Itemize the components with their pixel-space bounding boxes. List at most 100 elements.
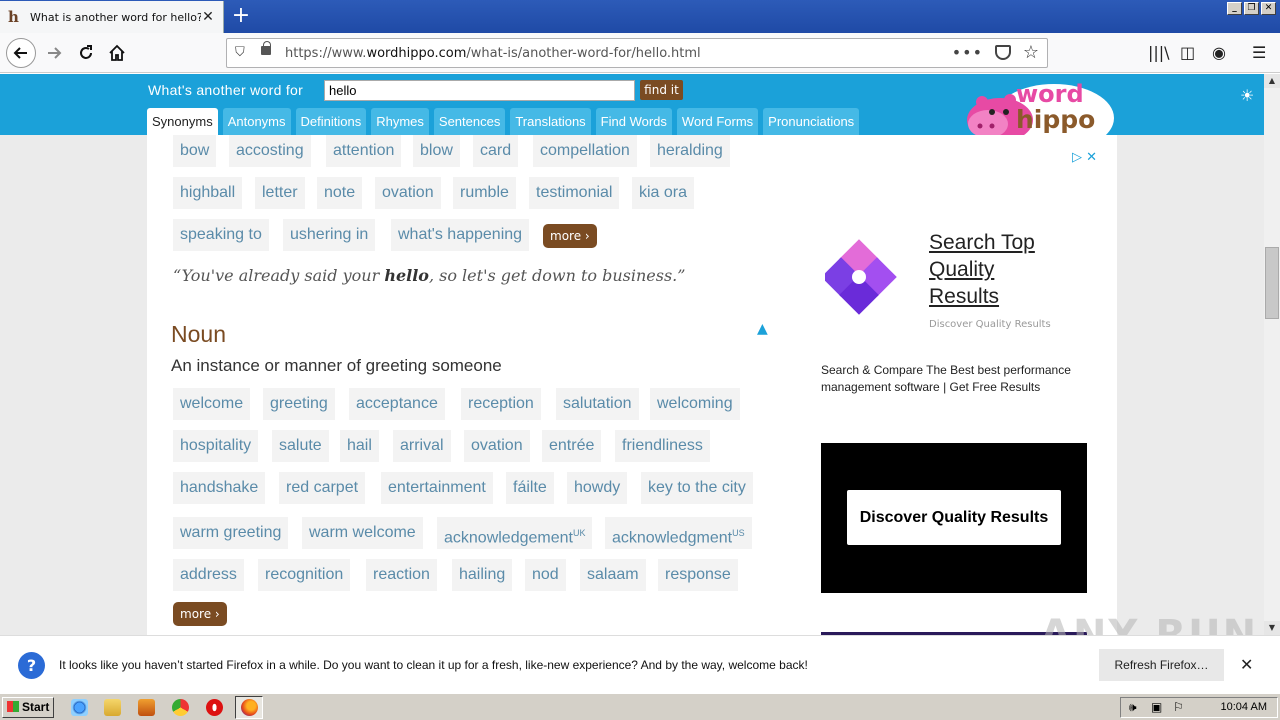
synonym-chip[interactable]: testimonial <box>529 177 620 209</box>
scroll-up-arrow-icon[interactable]: ▲ <box>1264 74 1280 88</box>
page-actions-menu-icon[interactable]: ••• <box>952 43 983 62</box>
advertisement[interactable]: Search Top Quality Results Discover Qual… <box>807 215 1097 635</box>
synonym-chip[interactable]: entrée <box>542 430 602 462</box>
action-center-flag-icon[interactable]: ⚐ <box>1173 700 1184 714</box>
synonym-chip[interactable]: response <box>658 559 738 591</box>
scrollbar-thumb[interactable] <box>1265 247 1279 319</box>
ad-close-icon[interactable]: ✕ <box>1086 150 1097 165</box>
synonym-chip[interactable]: salutation <box>556 388 639 420</box>
tracking-protection-shield-icon[interactable]: ⛉ <box>235 45 245 60</box>
theme-toggle-sun-icon[interactable]: ☀ <box>1240 86 1254 105</box>
synonym-chip[interactable]: salaam <box>580 559 646 591</box>
synonym-chip[interactable]: arrival <box>393 430 451 462</box>
synonym-chip[interactable]: acknowledgmentUS <box>605 517 752 549</box>
synonym-chip[interactable]: reaction <box>366 559 437 591</box>
tab-synonyms[interactable]: Synonyms <box>147 108 218 135</box>
internet-explorer-icon[interactable] <box>71 699 88 716</box>
start-button[interactable]: Start <box>2 697 54 718</box>
refresh-firefox-button[interactable]: Refresh Firefox… <box>1099 649 1224 681</box>
firefox-taskbar-button[interactable] <box>235 696 263 719</box>
synonym-chip[interactable]: entertainment <box>381 472 493 504</box>
volume-icon[interactable]: 🕪 <box>1129 700 1137 715</box>
synonym-chip[interactable]: accosting <box>229 135 311 167</box>
bookmark-star-icon[interactable]: ☆ <box>1023 42 1039 63</box>
reload-button[interactable] <box>72 39 100 67</box>
synonym-chip[interactable]: compellation <box>533 135 637 167</box>
synonym-chip[interactable]: blow <box>413 135 460 167</box>
synonym-chip[interactable]: fáilte <box>506 472 554 504</box>
synonym-chip[interactable]: what's happening <box>391 219 530 251</box>
more-button[interactable]: more › <box>173 602 227 626</box>
synonym-chip[interactable]: reception <box>461 388 541 420</box>
tab-antonyms[interactable]: Antonyms <box>222 108 291 135</box>
close-notification-icon[interactable]: ✕ <box>1240 655 1253 674</box>
tab-translations[interactable]: Translations <box>510 108 591 135</box>
synonym-chip[interactable]: attention <box>326 135 402 167</box>
synonym-chip[interactable]: card <box>473 135 519 167</box>
network-icon[interactable]: ▣ <box>1151 700 1162 714</box>
url-text[interactable]: https://www.wordhippo.com/what-is/anothe… <box>285 46 701 61</box>
synonym-chip[interactable]: hail <box>340 430 379 462</box>
ad-headline[interactable]: Search Top Quality Results <box>929 229 1069 310</box>
ad-cta-button[interactable]: Discover Quality Results <box>847 490 1061 545</box>
synonym-chip[interactable]: ushering in <box>283 219 376 251</box>
synonym-chip[interactable]: nod <box>525 559 566 591</box>
tab-pronunciations[interactable]: Pronunciations <box>763 108 860 135</box>
synonym-chip[interactable]: kia ora <box>632 177 695 209</box>
synonym-chip[interactable]: hailing <box>452 559 513 591</box>
scroll-down-arrow-icon[interactable]: ▼ <box>1264 621 1280 635</box>
account-icon[interactable]: ◉ <box>1212 43 1226 62</box>
pocket-icon[interactable] <box>995 45 1011 60</box>
home-button[interactable] <box>103 39 131 67</box>
tab-word-forms[interactable]: Word Forms <box>676 108 759 135</box>
synonym-chip[interactable]: warm greeting <box>173 517 289 549</box>
synonym-chip[interactable]: howdy <box>567 472 628 504</box>
synonym-chip[interactable]: salute <box>272 430 329 462</box>
search-input[interactable] <box>324 80 635 101</box>
synonym-chip[interactable]: red carpet <box>279 472 366 504</box>
synonym-chip[interactable]: acknowledgementUK <box>437 517 593 549</box>
synonym-chip[interactable]: warm welcome <box>302 517 423 549</box>
synonym-chip[interactable]: welcoming <box>650 388 740 420</box>
sidebar-icon[interactable]: ◫ <box>1180 43 1195 62</box>
find-it-button[interactable]: find it <box>640 80 683 100</box>
tab-rhymes[interactable]: Rhymes <box>371 108 429 135</box>
minimize-button[interactable]: _ <box>1227 2 1242 15</box>
tab-definitions[interactable]: Definitions <box>295 108 367 135</box>
hamburger-menu-icon[interactable]: ☰ <box>1252 43 1266 62</box>
new-tab-button[interactable]: + <box>228 4 254 28</box>
url-bar[interactable]: ⛉ https://www.wordhippo.com/what-is/anot… <box>226 38 1048 68</box>
synonym-chip[interactable]: ovation <box>464 430 530 462</box>
media-player-icon[interactable] <box>138 699 155 716</box>
synonym-chip[interactable]: handshake <box>173 472 266 504</box>
folder-icon[interactable] <box>104 699 121 716</box>
synonym-chip[interactable]: highball <box>173 177 243 209</box>
forward-button[interactable] <box>40 39 68 67</box>
close-tab-icon[interactable]: ✕ <box>201 9 215 25</box>
scroll-to-top-triangle-icon[interactable]: ▲ <box>757 321 768 337</box>
synonym-chip[interactable]: key to the city <box>641 472 753 504</box>
synonym-chip[interactable]: hospitality <box>173 430 259 462</box>
tab-sentences[interactable]: Sentences <box>433 108 506 135</box>
synonym-chip[interactable]: welcome <box>173 388 251 420</box>
tab-find-words[interactable]: Find Words <box>595 108 672 135</box>
synonym-chip[interactable]: address <box>173 559 244 591</box>
back-button[interactable] <box>6 38 36 68</box>
vertical-scrollbar[interactable]: ▲ ▼ <box>1264 74 1280 635</box>
synonym-chip[interactable]: heralding <box>650 135 730 167</box>
chrome-icon[interactable] <box>172 699 189 716</box>
adchoices-icon[interactable]: ▷ <box>1072 150 1082 165</box>
opera-icon[interactable] <box>206 699 223 716</box>
synonym-chip[interactable]: greeting <box>263 388 335 420</box>
lock-icon[interactable] <box>261 41 271 55</box>
synonym-chip[interactable]: speaking to <box>173 219 269 251</box>
synonym-chip[interactable]: note <box>317 177 363 209</box>
synonym-chip[interactable]: ovation <box>375 177 441 209</box>
more-button[interactable]: more › <box>543 224 597 248</box>
synonym-chip[interactable]: rumble <box>453 177 516 209</box>
synonym-chip[interactable]: recognition <box>258 559 351 591</box>
synonym-chip[interactable]: acceptance <box>349 388 445 420</box>
synonym-chip[interactable]: friendliness <box>615 430 710 462</box>
close-window-button[interactable]: ✕ <box>1261 2 1276 15</box>
ad-banner[interactable]: Discover Quality Results <box>821 443 1087 593</box>
